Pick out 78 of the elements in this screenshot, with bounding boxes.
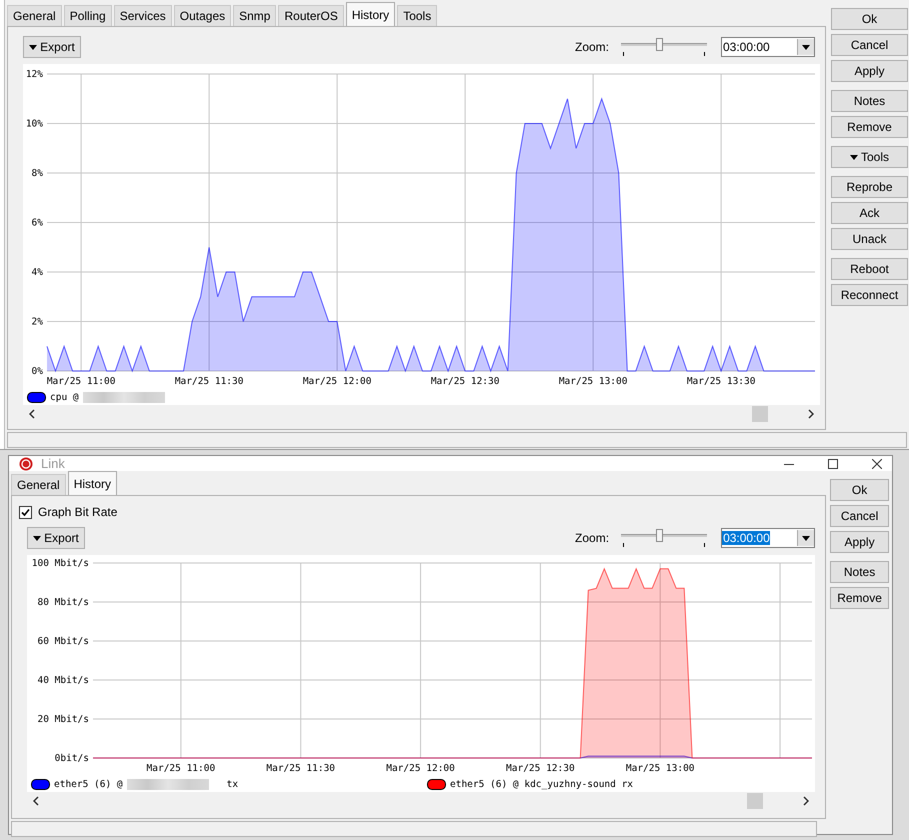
tab[interactable]: Snmp bbox=[233, 5, 276, 26]
side-button[interactable]: Notes bbox=[830, 561, 890, 583]
caret-icon bbox=[29, 44, 38, 50]
checkbox[interactable] bbox=[19, 506, 32, 518]
caret-icon bbox=[850, 154, 858, 160]
axis-label: 12% bbox=[26, 69, 43, 80]
tab[interactable]: RouterOS bbox=[278, 5, 344, 26]
axis-label: 10% bbox=[26, 118, 43, 130]
side-button[interactable]: Apply bbox=[830, 531, 890, 553]
side-button[interactable]: Notes bbox=[831, 90, 908, 112]
side-button[interactable]: Unack bbox=[831, 228, 908, 250]
scroll-left-icon[interactable] bbox=[33, 796, 39, 806]
axis-label: 0% bbox=[32, 366, 43, 377]
close-icon[interactable] bbox=[872, 458, 882, 468]
scroll-left-icon[interactable] bbox=[29, 409, 35, 419]
caret-icon bbox=[33, 536, 42, 540]
axis-label: 20 Mbit/s bbox=[38, 714, 89, 725]
tab[interactable]: History bbox=[346, 2, 396, 26]
side-button[interactable]: Reconnect bbox=[831, 284, 908, 306]
side-button[interactable]: Reboot bbox=[831, 258, 908, 280]
dropdown-arrow-icon bbox=[802, 44, 810, 50]
tab[interactable]: Polling bbox=[64, 5, 112, 26]
side-button[interactable]: Ok bbox=[830, 479, 890, 501]
axis-label: 6% bbox=[32, 218, 43, 228]
axis-label: 40 Mbit/s bbox=[38, 675, 89, 686]
zoom-slider[interactable] bbox=[621, 529, 708, 547]
tab[interactable]: General bbox=[11, 474, 66, 495]
tab[interactable]: Outages bbox=[174, 5, 232, 26]
zoom-dropdown[interactable]: 03:00:00 bbox=[721, 37, 815, 57]
zoom-dropdown[interactable]: 03:00:00 bbox=[721, 528, 816, 548]
axis-label: 100 Mbit/s bbox=[32, 558, 89, 569]
axis-label: Mar/25 12:30 bbox=[506, 763, 575, 774]
side-button[interactable]: Cancel bbox=[831, 34, 908, 56]
axis-label: 60 Mbit/s bbox=[38, 636, 89, 647]
axis-label: Mar/25 13:00 bbox=[558, 376, 628, 387]
scrollbar-thumb[interactable] bbox=[752, 406, 768, 422]
checkbox-label: Graph Bit Rate bbox=[38, 505, 118, 519]
zoom-slider[interactable] bbox=[621, 38, 707, 56]
axis-label: Mar/25 11:30 bbox=[266, 763, 336, 774]
axis-label: Mar/25 12:30 bbox=[430, 376, 500, 387]
zoom-label: Zoom: bbox=[575, 531, 610, 545]
legend-label: tx bbox=[226, 778, 238, 790]
export-button[interactable]: Export bbox=[23, 36, 81, 58]
side-button[interactable]: Remove bbox=[831, 116, 908, 138]
side-button[interactable]: Apply bbox=[831, 60, 908, 82]
side-button[interactable]: Reprobe bbox=[831, 176, 908, 198]
side-button[interactable]: Cancel bbox=[830, 505, 890, 527]
legend-label: cpu @ bbox=[50, 392, 79, 402]
tab[interactable]: General bbox=[7, 5, 62, 26]
tab[interactable]: Services bbox=[114, 5, 172, 26]
axis-label: 80 Mbit/s bbox=[38, 597, 89, 608]
side-button[interactable]: Ok bbox=[831, 8, 908, 30]
scroll-right-icon[interactable] bbox=[803, 796, 809, 806]
axis-label: 8% bbox=[32, 168, 43, 179]
zoom-label: Zoom: bbox=[574, 40, 609, 54]
axis-label: Mar/25 11:00 bbox=[146, 763, 216, 774]
axis-label: 4% bbox=[32, 267, 43, 278]
axis-label: Mar/25 12:00 bbox=[302, 376, 372, 387]
side-button[interactable]: Remove bbox=[830, 587, 890, 609]
scrollbar-thumb[interactable] bbox=[747, 793, 763, 809]
scroll-right-icon[interactable] bbox=[808, 409, 814, 419]
tab[interactable]: Tools bbox=[397, 5, 438, 26]
legend-label: ether5 (6) @ kdc_yuzhny-sound rx bbox=[450, 778, 634, 790]
axis-label: 0bit/s bbox=[54, 753, 89, 764]
legend-label: ether5 (6) @ bbox=[54, 778, 123, 790]
axis-label: 2% bbox=[32, 316, 43, 328]
side-button[interactable]: Ack bbox=[831, 202, 908, 224]
side-button[interactable]: Tools bbox=[831, 146, 908, 168]
window-title: Link bbox=[41, 456, 65, 471]
maximize-icon[interactable] bbox=[828, 458, 838, 468]
axis-label: Mar/25 11:00 bbox=[46, 376, 116, 387]
axis-label: Mar/25 12:00 bbox=[386, 763, 455, 774]
axis-label: Mar/25 11:30 bbox=[174, 376, 244, 387]
axis-label: Mar/25 13:30 bbox=[686, 376, 756, 387]
axis-label: Mar/25 13:00 bbox=[626, 763, 695, 774]
dropdown-arrow-icon bbox=[802, 536, 810, 540]
export-button[interactable]: Export bbox=[27, 527, 85, 549]
tab[interactable]: History bbox=[68, 471, 118, 495]
